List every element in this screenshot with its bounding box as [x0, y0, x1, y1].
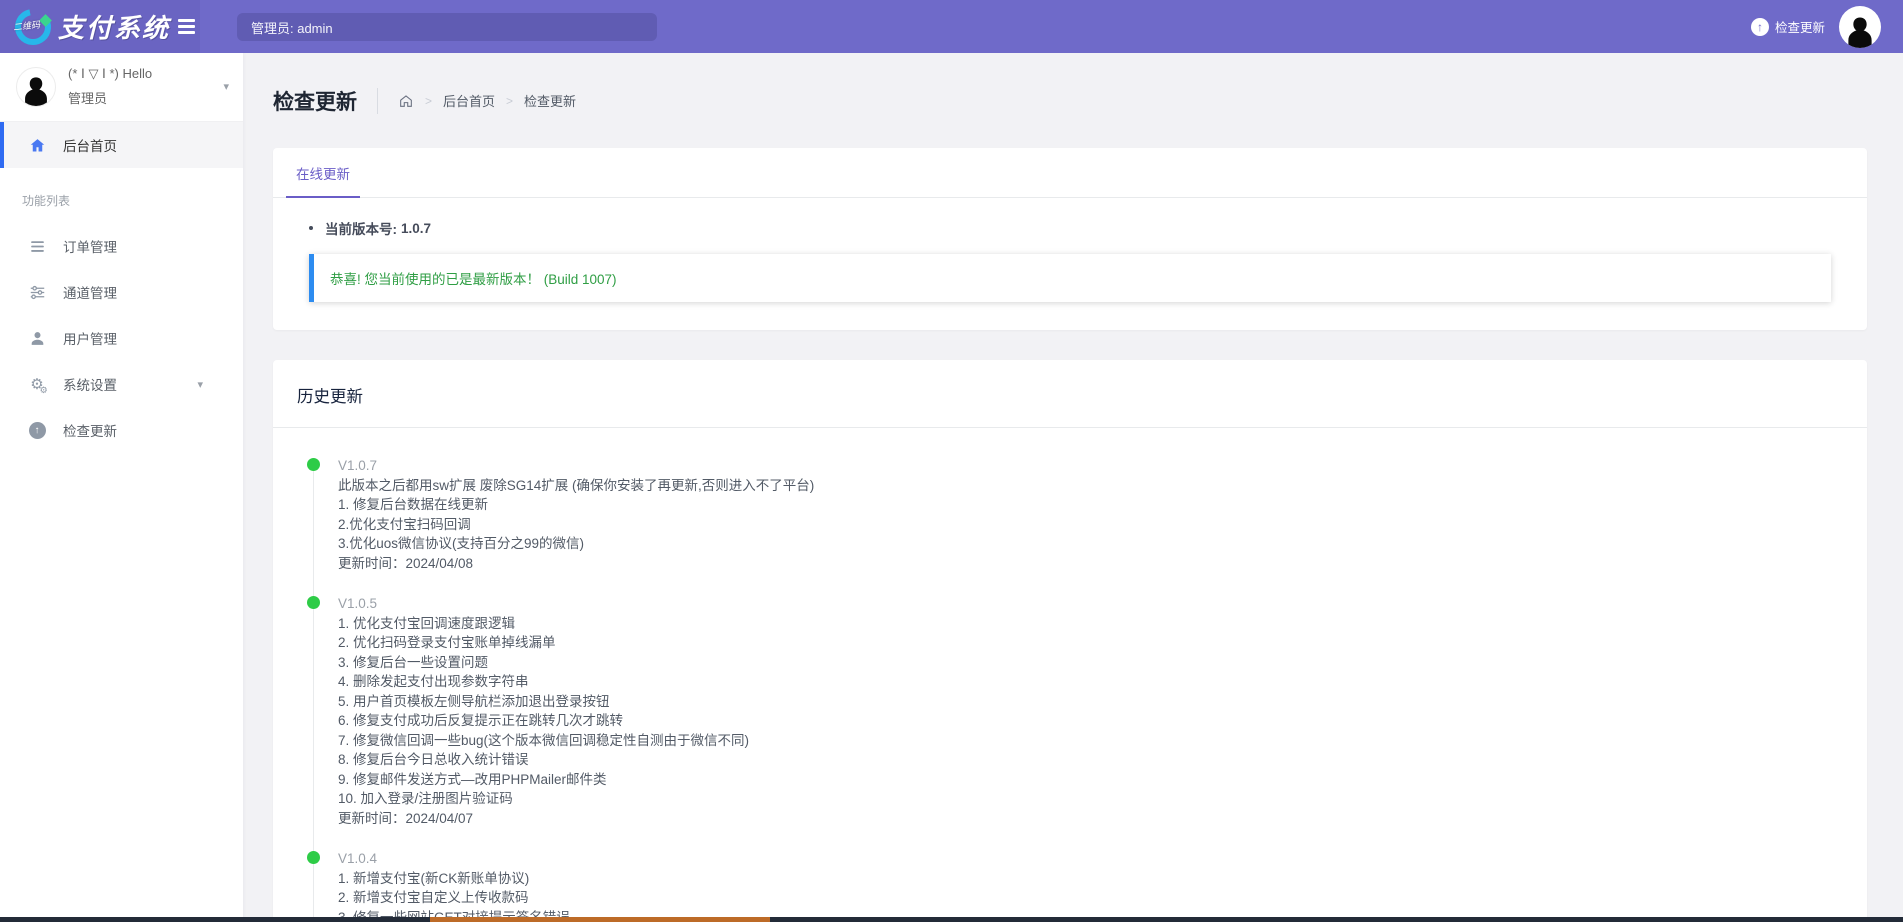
version-label: V1.0.5 — [338, 594, 1843, 614]
online-update-card: 在线更新 当前版本号: 1.0.7 恭喜! 您当前使用的已是最新版本！ (Bui… — [273, 148, 1867, 330]
chevron-separator: > — [425, 94, 432, 108]
timeline-entry: V1.0.41. 新增支付宝(新CK新账单协议)2. 新增支付宝自定义上传收款码… — [307, 849, 1843, 922]
changelog-line: 2. 优化扫码登录支付宝账单掉线漏单 — [338, 633, 1843, 653]
page-header: 检查更新 > 后台首页 > 检查更新 — [273, 53, 1867, 148]
sidebar-item-label: 订单管理 — [63, 236, 117, 256]
changelog-line: 1. 新增支付宝(新CK新账单协议) — [338, 869, 1843, 889]
version-label: V1.0.7 — [338, 456, 1843, 476]
sidebar-item-label: 检查更新 — [63, 420, 117, 440]
tabs-row: 在线更新 — [273, 148, 1867, 198]
sidebar-item-label: 系统设置 — [63, 374, 117, 394]
changelog-line: 更新时间：2024/04/07 — [338, 809, 1843, 829]
sidebar-item-users[interactable]: 用户管理 — [0, 315, 243, 361]
logo-title: 支付系统 — [58, 8, 170, 45]
changelog-line: 2.优化支付宝扫码回调 — [338, 515, 1843, 535]
arrow-up-circle-icon: ↑ — [1751, 18, 1769, 36]
changelog-line: 1. 优化支付宝回调速度跟逻辑 — [338, 614, 1843, 634]
changelog-line: 更新时间：2024/04/08 — [338, 554, 1843, 574]
sidebar-item-settings[interactable]: ⚙⚙ 系统设置 ▾ — [0, 361, 243, 407]
changelog-line: 7. 修复微信回调一些bug(这个版本微信回调稳定性自测由于微信不同) — [338, 731, 1843, 751]
home-icon — [27, 137, 47, 154]
changelog-line: 此版本之后都用sw扩展 废除SG14扩展 (确保你安装了再更新,否则进入不了平台… — [338, 476, 1843, 496]
taskbar-orange-segment — [430, 917, 770, 922]
current-version-label: 当前版本号: — [325, 218, 397, 238]
history-title: 历史更新 — [273, 360, 1867, 428]
changelog-line: 6. 修复支付成功后反复提示正在跳转几次才跳转 — [338, 711, 1843, 731]
sidebar-section-label: 功能列表 — [0, 168, 243, 223]
breadcrumb-current[interactable]: 检查更新 — [524, 91, 576, 110]
page-title: 检查更新 — [273, 86, 357, 116]
latest-version-alert: 恭喜! 您当前使用的已是最新版本！ (Build 1007) — [309, 254, 1831, 302]
divider — [377, 88, 378, 114]
changelog-line: 8. 修复后台今日总收入统计错误 — [338, 750, 1843, 770]
breadcrumb-home[interactable]: 后台首页 — [443, 91, 495, 110]
sidebar-item-home[interactable]: 后台首页 — [0, 122, 243, 168]
timeline-dot — [307, 851, 320, 864]
arrow-up-circle-icon: ↑ — [27, 422, 47, 439]
changelog-line: 9. 修复邮件发送方式—改用PHPMailer邮件类 — [338, 770, 1843, 790]
user-greeting: (* Ⅰ ▽ Ⅰ *) Hello — [68, 66, 152, 82]
version-label: V1.0.4 — [338, 849, 1843, 869]
sidebar-user-card[interactable]: (* Ⅰ ▽ Ⅰ *) Hello 管理员 ▾ — [0, 53, 243, 122]
chevron-down-icon: ▾ — [223, 80, 229, 93]
changelog-line: 4. 删除发起支付出现参数字符串 — [338, 672, 1843, 692]
update-timeline: V1.0.7此版本之后都用sw扩展 废除SG14扩展 (确保你安装了再更新,否则… — [307, 456, 1843, 922]
sidebar-item-label: 后台首页 — [63, 135, 117, 155]
check-update-button[interactable]: ↑ 检查更新 — [1751, 17, 1825, 36]
user-avatar[interactable] — [1839, 6, 1881, 48]
history-card: 历史更新 V1.0.7此版本之后都用sw扩展 废除SG14扩展 (确保你安装了再… — [273, 360, 1867, 922]
chevron-down-icon: ▾ — [197, 378, 203, 391]
sliders-icon — [27, 284, 47, 301]
timeline-dot — [307, 596, 320, 609]
top-header-bar: 二维码 支付系统 管理员: admin ↑ 检查更新 — [0, 0, 1903, 53]
chevron-separator: > — [506, 94, 513, 108]
sidebar-item-check-update[interactable]: ↑ 检查更新 — [0, 407, 243, 453]
sidebar-item-channels[interactable]: 通道管理 — [0, 269, 243, 315]
timeline-entry: V1.0.51. 优化支付宝回调速度跟逻辑2. 优化扫码登录支付宝账单掉线漏单3… — [307, 594, 1843, 828]
hamburger-menu-icon[interactable] — [178, 19, 195, 34]
changelog-line: 3. 修复后台一些设置问题 — [338, 653, 1843, 673]
changelog-line: 10. 加入登录/注册图片验证码 — [338, 789, 1843, 809]
changelog-line: 1. 修复后台数据在线更新 — [338, 495, 1843, 515]
qrcode-logo-icon: 二维码 — [12, 6, 54, 48]
user-icon — [27, 330, 47, 347]
timeline-entry: V1.0.7此版本之后都用sw扩展 废除SG14扩展 (确保你安装了再更新,否则… — [307, 456, 1843, 573]
gears-icon: ⚙⚙ — [27, 377, 47, 392]
changelog-line: 2. 新增支付宝自定义上传收款码 — [338, 888, 1843, 908]
admin-label: 管理员: admin — [251, 18, 333, 37]
check-update-label: 检查更新 — [1775, 17, 1825, 36]
home-outline-icon[interactable] — [398, 93, 414, 109]
bottom-taskbar-strip — [0, 917, 1903, 922]
changelog-line: 5. 用户首页模板左侧导航栏添加退出登录按钮 — [338, 692, 1843, 712]
tab-online-update[interactable]: 在线更新 — [286, 148, 360, 198]
bullet-dot — [309, 226, 313, 230]
logo-badge-text: 二维码 — [12, 17, 40, 33]
sidebar: (* Ⅰ ▽ Ⅰ *) Hello 管理员 ▾ 后台首页 功能列表 订单管理 — [0, 53, 243, 922]
current-version-value: 1.0.7 — [401, 221, 431, 236]
user-role: 管理员 — [68, 88, 152, 107]
changelog-line: 3.优化uos微信协议(支持百分之99的微信) — [338, 534, 1843, 554]
sidebar-item-orders[interactable]: 订单管理 — [0, 223, 243, 269]
sidebar-avatar — [16, 67, 56, 107]
breadcrumb: > 后台首页 > 检查更新 — [398, 91, 576, 110]
timeline-dot — [307, 458, 320, 471]
current-version-line: 当前版本号: 1.0.7 — [291, 218, 1849, 238]
admin-badge: 管理员: admin — [237, 13, 657, 41]
topbar-actions: ↑ 检查更新 — [1751, 6, 1903, 48]
main-content: 检查更新 > 后台首页 > 检查更新 在线更新 当前版本号: 1.0.7 恭喜!… — [243, 53, 1903, 922]
list-icon — [27, 238, 47, 255]
sidebar-item-label: 用户管理 — [63, 328, 117, 348]
logo[interactable]: 二维码 支付系统 — [0, 0, 200, 53]
sidebar-item-label: 通道管理 — [63, 282, 117, 302]
